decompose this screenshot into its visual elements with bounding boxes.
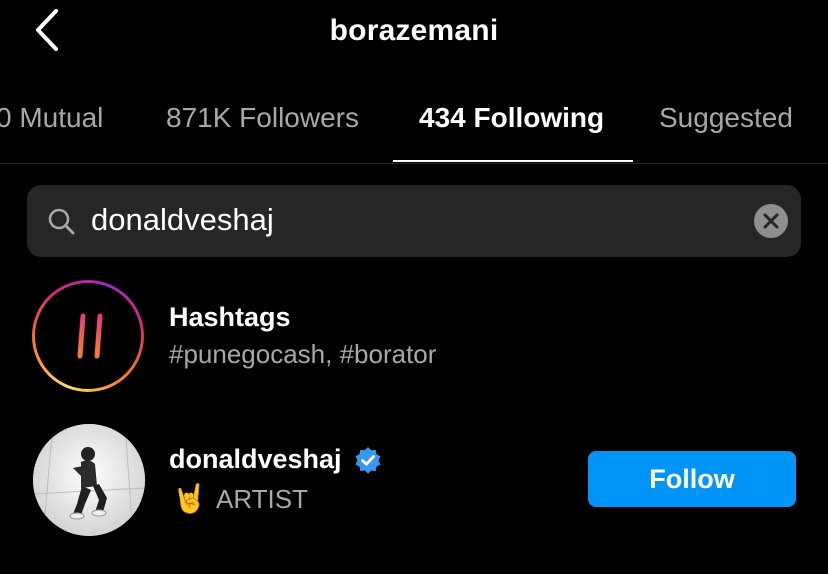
hashtag-ring <box>32 280 144 392</box>
tab-bar: 0 Mutual 871K Followers 434 Following Su… <box>0 96 828 164</box>
user-result: donaldveshaj 🤘 ARTIST Follow <box>0 420 828 540</box>
tab-suggested[interactable]: Suggested <box>659 102 793 134</box>
search-bar <box>27 185 801 257</box>
user-category: ARTIST <box>216 484 308 514</box>
follow-button[interactable]: Follow <box>588 451 796 507</box>
close-icon <box>763 213 779 229</box>
clear-search-button[interactable] <box>754 204 788 238</box>
rock-hand-emoji: 🤘 <box>172 483 207 514</box>
avatar[interactable] <box>33 424 145 536</box>
verified-badge-icon <box>355 447 381 474</box>
hashtags-result[interactable]: Hashtags #punegocash, #borator <box>0 278 828 392</box>
tab-followers[interactable]: 871K Followers <box>166 102 359 134</box>
hashtags-subtitle: #punegocash, #borator <box>169 339 437 369</box>
tab-following[interactable]: 434 Following <box>419 102 604 134</box>
user-username[interactable]: donaldveshaj <box>169 444 342 475</box>
search-icon <box>48 208 75 235</box>
page-title: borazemani <box>329 14 499 47</box>
header: borazemani <box>0 0 828 70</box>
hashtags-title: Hashtags <box>169 302 291 332</box>
tab-mutual[interactable]: 0 Mutual <box>0 102 103 134</box>
search-input[interactable] <box>91 197 731 243</box>
hashtag-icon <box>67 313 113 359</box>
active-tab-indicator <box>393 160 633 162</box>
profile-photo <box>33 424 145 536</box>
